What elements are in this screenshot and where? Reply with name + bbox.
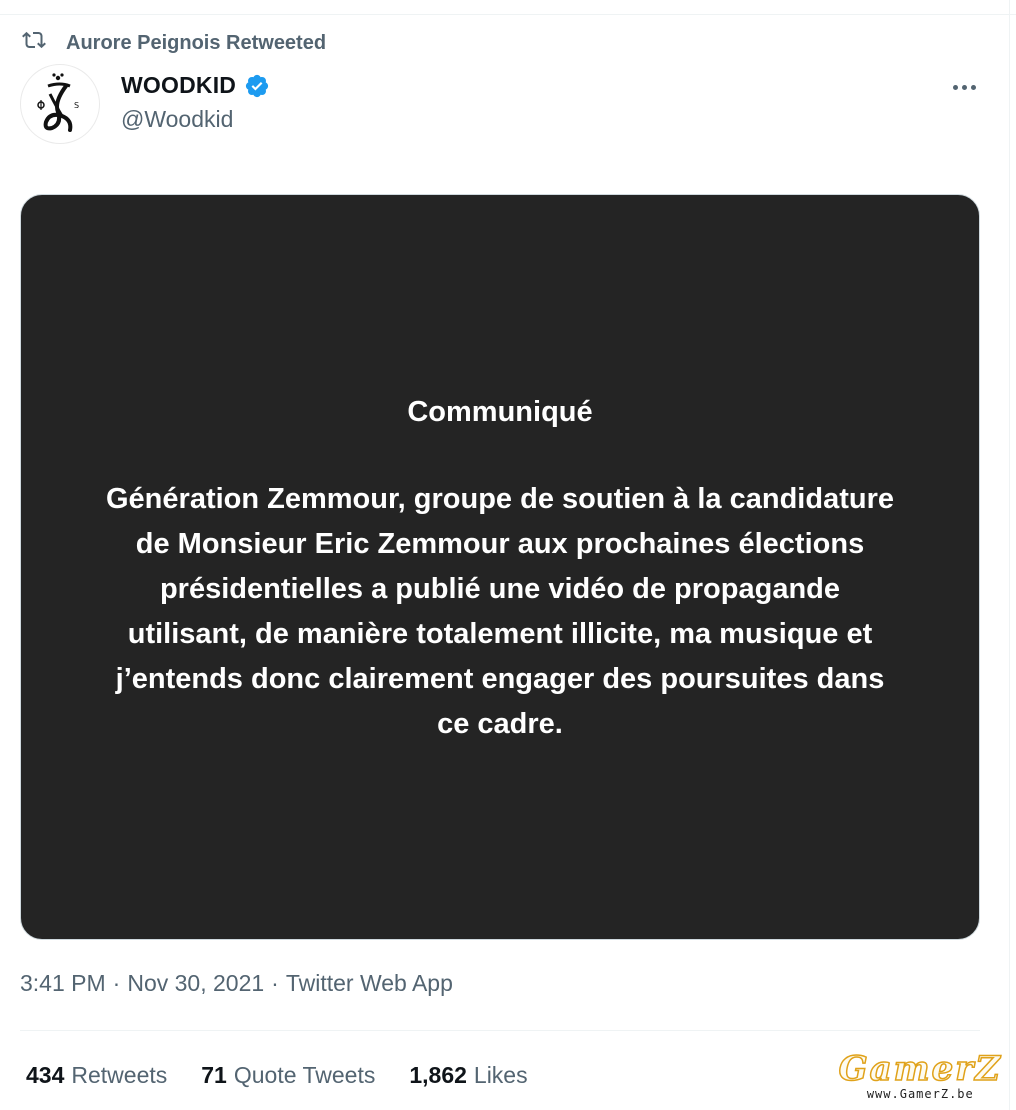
likes-label: Likes: [473, 1062, 528, 1088]
author-handle[interactable]: @Woodkid: [121, 106, 233, 133]
tweet-meta: 3:41 PM · Nov 30, 2021 · Twitter Web App: [20, 970, 453, 997]
gamerz-watermark: GamerZ www.GamerZ.be: [838, 1049, 1002, 1101]
tweet-media-image[interactable]: Communiqué Génération Zemmour, groupe de…: [20, 194, 980, 940]
more-dot-icon: [970, 84, 976, 90]
likes-count: 1,862: [409, 1062, 467, 1088]
more-options-button[interactable]: [946, 74, 982, 100]
retweets-count: 434: [26, 1062, 65, 1088]
avatar[interactable]: S: [20, 64, 100, 144]
right-divider: [1009, 0, 1010, 1110]
more-dot-icon: [961, 84, 967, 90]
quotes-label: Quote Tweets: [233, 1062, 376, 1088]
tweet-time[interactable]: 3:41 PM: [20, 970, 106, 997]
retweets-stat[interactable]: 434 Retweets: [26, 1062, 167, 1089]
retweet-label: Aurore Peignois Retweeted: [66, 31, 327, 54]
likes-stat[interactable]: 1,862 Likes: [409, 1062, 527, 1089]
meta-separator: ·: [112, 970, 121, 996]
meta-separator: ·: [271, 970, 279, 996]
author-display-name[interactable]: WOODKID: [121, 72, 236, 99]
retweets-label: Retweets: [71, 1062, 168, 1088]
woodkid-logo-icon: S: [37, 73, 79, 132]
verified-badge-icon: [244, 73, 270, 99]
top-divider: [0, 14, 1016, 15]
media-title: Communiqué: [407, 395, 593, 428]
quote-tweets-stat[interactable]: 71 Quote Tweets: [201, 1062, 375, 1089]
tweet-stats: 434 Retweets 71 Quote Tweets 1,862 Likes: [26, 1062, 528, 1089]
author-name-row[interactable]: WOODKID: [121, 72, 270, 99]
stats-divider: [20, 1030, 980, 1031]
tweet-date[interactable]: Nov 30, 2021: [127, 970, 264, 997]
media-body-text: Génération Zemmour, groupe de soutien à …: [106, 482, 894, 740]
watermark-logo: GamerZ: [838, 1049, 1002, 1089]
svg-text:S: S: [74, 101, 79, 110]
quotes-count: 71: [201, 1062, 227, 1088]
more-dot-icon: [952, 84, 958, 90]
watermark-url: www.GamerZ.be: [866, 1087, 974, 1101]
tweet-source[interactable]: Twitter Web App: [286, 970, 453, 997]
retweet-context[interactable]: Aurore Peignois Retweeted: [22, 30, 326, 56]
retweet-icon: [22, 28, 46, 58]
tweet-detail: Aurore Peignois Retweeted S WOODKID @Woo…: [0, 0, 1016, 1110]
